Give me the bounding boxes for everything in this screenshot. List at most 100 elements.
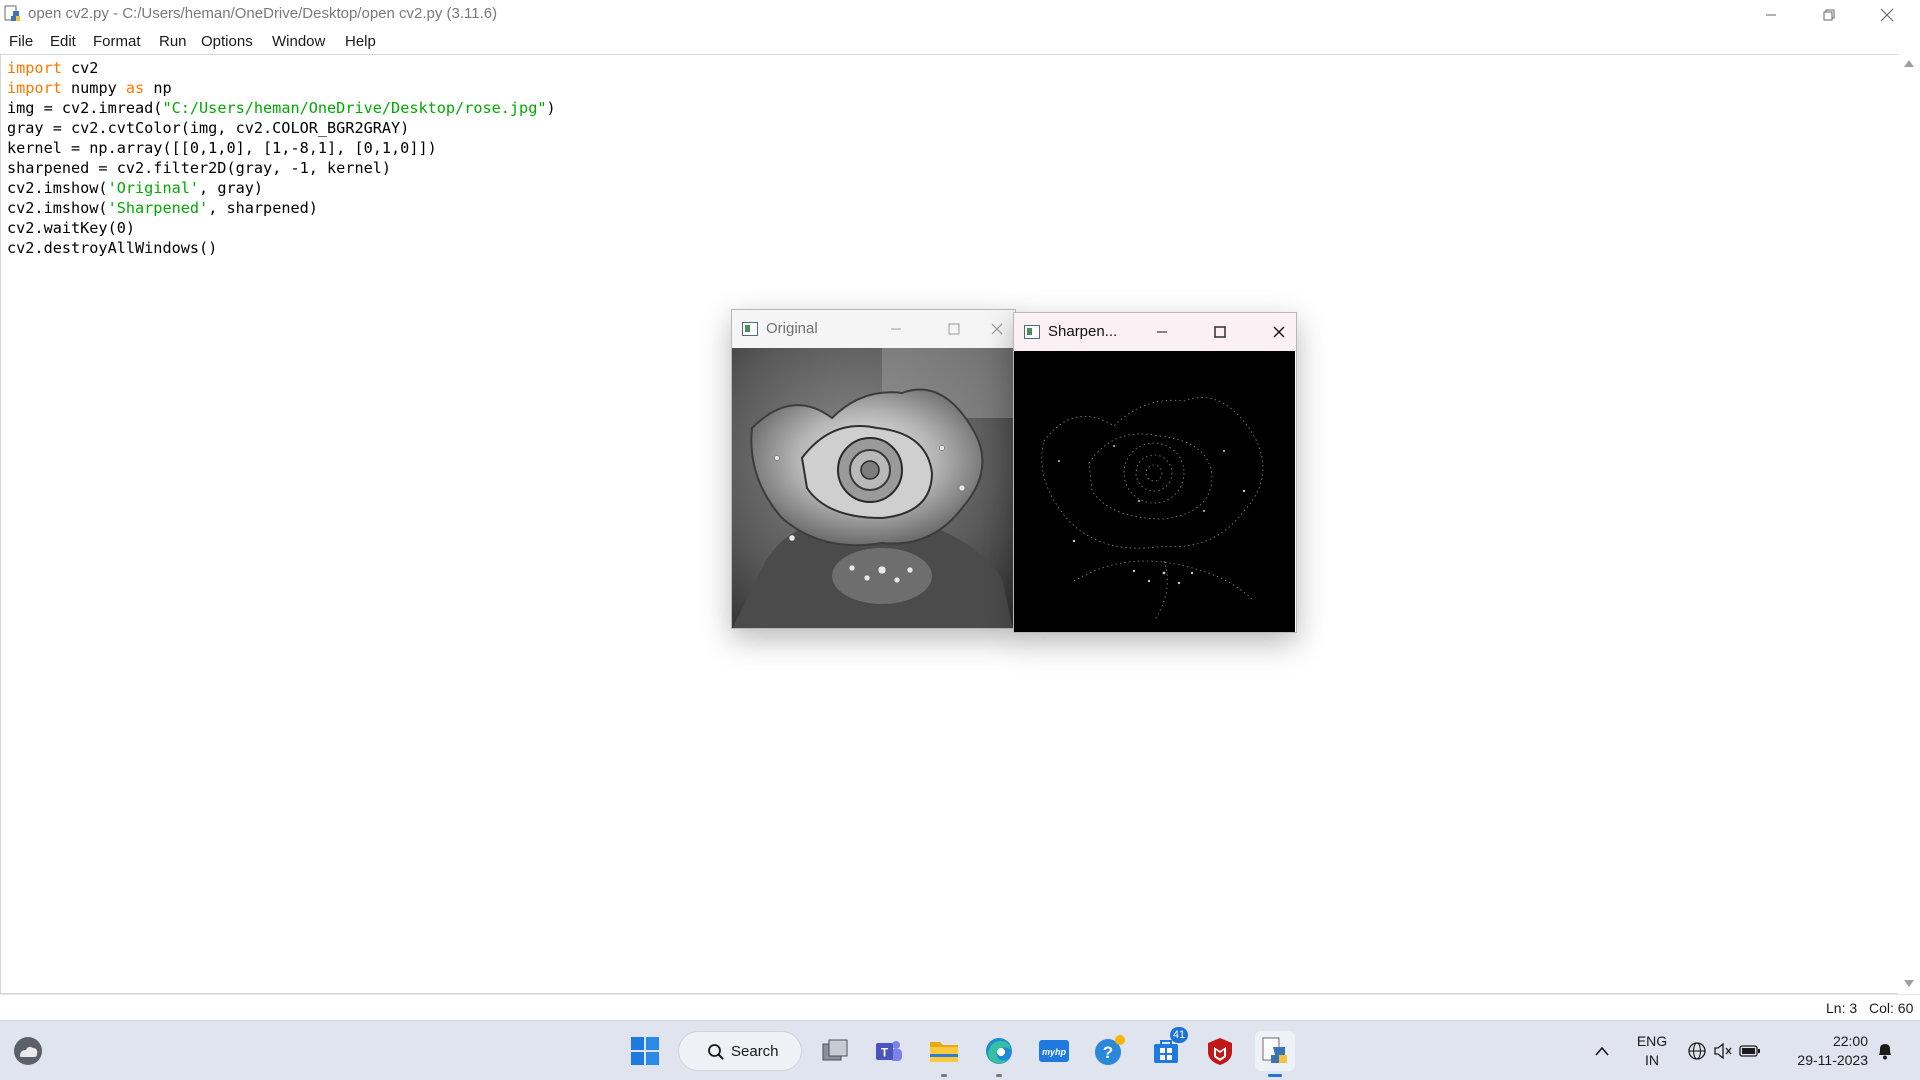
close-button[interactable] (1858, 0, 1916, 29)
svg-text:?: ? (1103, 1043, 1113, 1062)
code-line[interactable]: import cv2 (7, 58, 556, 78)
menu-edit[interactable]: Edit (50, 33, 76, 50)
notifications-button[interactable] (1872, 1031, 1898, 1071)
running-indicator (996, 1074, 1002, 1077)
maximize-icon (1214, 326, 1226, 338)
code-string: 'Sharpened' (107, 199, 209, 217)
weather-widget[interactable] (8, 1031, 48, 1071)
task-view-button[interactable] (815, 1031, 855, 1071)
code-token: cv2.destroyAllWindows() (7, 239, 218, 257)
code-line[interactable]: cv2.imshow('Original', gray) (7, 178, 556, 198)
cv-close-button[interactable] (982, 314, 1012, 344)
code-keyword: import (7, 79, 62, 97)
windows-start-icon (631, 1037, 659, 1065)
cv-window-title: Original (766, 320, 818, 337)
menu-bar: File Edit Format Run Options Window Help (0, 29, 1920, 54)
opencv-window-sharpened[interactable]: Sharpen... (1013, 312, 1297, 633)
python-idle-icon (1262, 1037, 1287, 1063)
teams-icon: T (876, 1041, 902, 1061)
opencv-window-original[interactable]: Original (731, 309, 1016, 629)
scroll-up-arrow-icon[interactable] (1904, 60, 1914, 67)
get-help-button[interactable]: ? (1090, 1031, 1130, 1071)
cv-maximize-button[interactable] (939, 314, 969, 344)
code-line[interactable]: kernel = np.array([[0,1,0], [1,-8,1], [0… (7, 138, 556, 158)
teams-button[interactable]: T (869, 1031, 909, 1071)
mcafee-shield-icon (1208, 1038, 1232, 1065)
grayscale-rose-image (732, 348, 1013, 628)
code-token: img = cv2.imread( (7, 99, 163, 117)
menu-help[interactable]: Help (345, 33, 376, 50)
svg-text:T: T (881, 1046, 889, 1060)
chevron-up-icon (1595, 1046, 1609, 1056)
code-line[interactable]: cv2.waitKey(0) (7, 218, 556, 238)
network-globe-icon (1688, 1042, 1706, 1060)
scroll-down-arrow-icon[interactable] (1904, 980, 1914, 987)
code-line[interactable]: img = cv2.imread("C:/Users/heman/OneDriv… (7, 98, 556, 118)
menu-file[interactable]: File (9, 33, 33, 50)
notification-badge: 41 (1170, 1027, 1188, 1043)
code-line[interactable]: cv2.imshow('Sharpened', sharpened) (7, 198, 556, 218)
show-hidden-icons-button[interactable] (1582, 1031, 1622, 1071)
code-line[interactable]: cv2.destroyAllWindows() (7, 238, 556, 258)
python-idle-icon (4, 5, 20, 21)
cv-title-bar[interactable]: Original (732, 310, 1015, 348)
code-token: cv2.imshow( (7, 179, 108, 197)
language-secondary: IN (1645, 1052, 1659, 1068)
status-bar: Ln: 3 Col: 60 (0, 994, 1920, 1020)
cv-title-bar[interactable]: Sharpen... (1014, 313, 1296, 351)
code-token: gray = cv2.cvtColor(img, cv2.COLOR_BGR2G… (7, 119, 410, 137)
myhp-button[interactable]: myhp (1034, 1031, 1074, 1071)
cv-maximize-button[interactable] (1205, 317, 1235, 347)
restore-icon (1823, 9, 1835, 20)
cv-window-title: Sharpen... (1048, 323, 1118, 340)
code-line[interactable]: import numpy as np (7, 78, 556, 98)
task-view-icon (822, 1039, 848, 1061)
vertical-scrollbar[interactable] (1898, 54, 1920, 994)
running-indicator (941, 1074, 947, 1077)
cv-minimize-button[interactable] (1147, 317, 1177, 347)
minimize-button[interactable] (1742, 0, 1800, 29)
code-token: , gray) (199, 179, 264, 197)
cv-close-button[interactable] (1264, 317, 1294, 347)
store-button[interactable]: 41 (1146, 1027, 1188, 1071)
edge-browser-icon (986, 1038, 1012, 1064)
svg-text:myhp: myhp (1042, 1047, 1067, 1057)
code-line[interactable]: sharpened = cv2.filter2D(gray, -1, kerne… (7, 158, 556, 178)
status-column: Col: 60 (1869, 1000, 1914, 1016)
search-icon (708, 1044, 724, 1060)
cv-minimize-button[interactable] (881, 314, 911, 344)
menu-run[interactable]: Run (159, 33, 187, 50)
code-keyword: import (7, 59, 62, 77)
code-token: cv2.imshow( (7, 199, 108, 217)
clock-date: 29-11-2023 (1797, 1052, 1868, 1068)
language-primary: ENG (1636, 1033, 1668, 1049)
menu-options[interactable]: Options (201, 33, 253, 50)
clock-time: 22:00 (1832, 1033, 1868, 1049)
battery-icon (1739, 1045, 1760, 1057)
window-title-bar[interactable]: open cv2.py - C:/Users/heman/OneDrive/De… (0, 0, 1920, 29)
status-line: Ln: 3 (1826, 1000, 1858, 1016)
clock-button[interactable]: 22:00 29-11-2023 (1780, 1031, 1870, 1071)
edge-button[interactable] (979, 1031, 1019, 1077)
mcafee-button[interactable] (1200, 1031, 1240, 1071)
quick-settings-button[interactable] (1683, 1039, 1763, 1063)
code-line[interactable]: gray = cv2.cvtColor(img, cv2.COLOR_BGR2G… (7, 118, 556, 138)
active-indicator (1268, 1074, 1282, 1077)
code-token: ) (546, 99, 556, 117)
menu-window[interactable]: Window (272, 33, 325, 50)
weather-cloud-icon (14, 1037, 42, 1065)
window-title: open cv2.py - C:/Users/heman/OneDrive/De… (28, 5, 498, 22)
restore-button[interactable] (1800, 0, 1858, 29)
myhp-icon: myhp (1039, 1040, 1069, 1062)
file-explorer-button[interactable] (924, 1031, 964, 1077)
code-token: np (144, 79, 172, 97)
menu-format[interactable]: Format (93, 33, 141, 50)
help-icon: ? (1095, 1035, 1125, 1065)
language-indicator[interactable]: ENG IN (1628, 1031, 1676, 1071)
code-token: , sharpened) (208, 199, 318, 217)
start-button[interactable] (625, 1031, 665, 1071)
python-idle-taskbar-button[interactable] (1255, 1031, 1295, 1077)
code-keyword: as (125, 79, 145, 97)
taskbar-search[interactable]: Search (678, 1031, 802, 1071)
code-text[interactable]: import cv2 import numpy as np img = cv2.im… (7, 58, 556, 258)
